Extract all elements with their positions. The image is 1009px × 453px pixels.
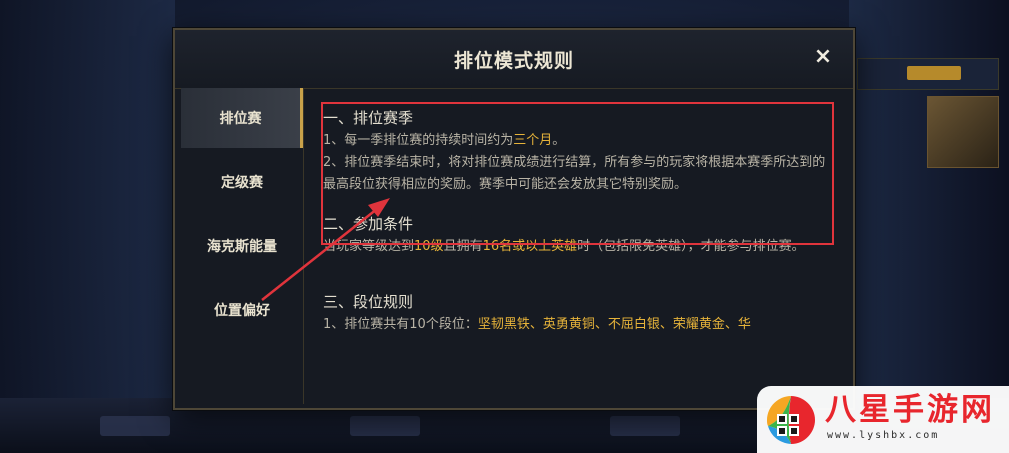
sidebar-item-placement[interactable]: 定级赛 [181,152,303,212]
sidebar-item-hextech[interactable]: 海克斯能量 [181,216,303,276]
close-icon[interactable]: × [811,45,835,69]
sidebar-item-label: 定级赛 [221,175,263,191]
background-portrait [927,96,999,168]
background-badge [907,66,961,80]
watermark-logo-icon [767,396,815,444]
section-title: 三、段位规则 [323,293,414,311]
annotation-highlight-box [321,102,834,245]
site-watermark: 八星手游网 www.lyshbx.com [757,386,1009,453]
sidebar-item-label: 位置偏好 [214,303,270,319]
highlight-text: 坚韧黑铁、英勇黄铜、不屈白银、荣耀黄金、华 [477,317,751,332]
sidebar-item-ranked[interactable]: 排位赛 [181,88,303,148]
watermark-url: www.lyshbx.com [827,430,940,441]
background-tab [100,416,170,436]
sidebar-item-label: 排位赛 [219,111,262,127]
scroll-fade [323,356,833,396]
rules-sidebar: 排位赛 定级赛 海克斯能量 位置偏好 [181,88,303,404]
dialog-header: 排位模式规则 × [175,30,853,89]
watermark-title: 八星手游网 [825,392,995,428]
sidebar-item-position-preference[interactable]: 位置偏好 [181,280,303,340]
background-left-panel [0,0,175,453]
background-tab [350,416,420,436]
background-tab [610,416,680,436]
sidebar-divider [303,88,304,404]
sidebar-item-label: 海克斯能量 [207,239,277,255]
rule-paragraph: 1、排位赛共有10个段位：坚韧黑铁、英勇黄铜、不屈白银、荣耀黄金、华 [323,317,751,332]
dialog-title: 排位模式规则 [453,50,574,72]
